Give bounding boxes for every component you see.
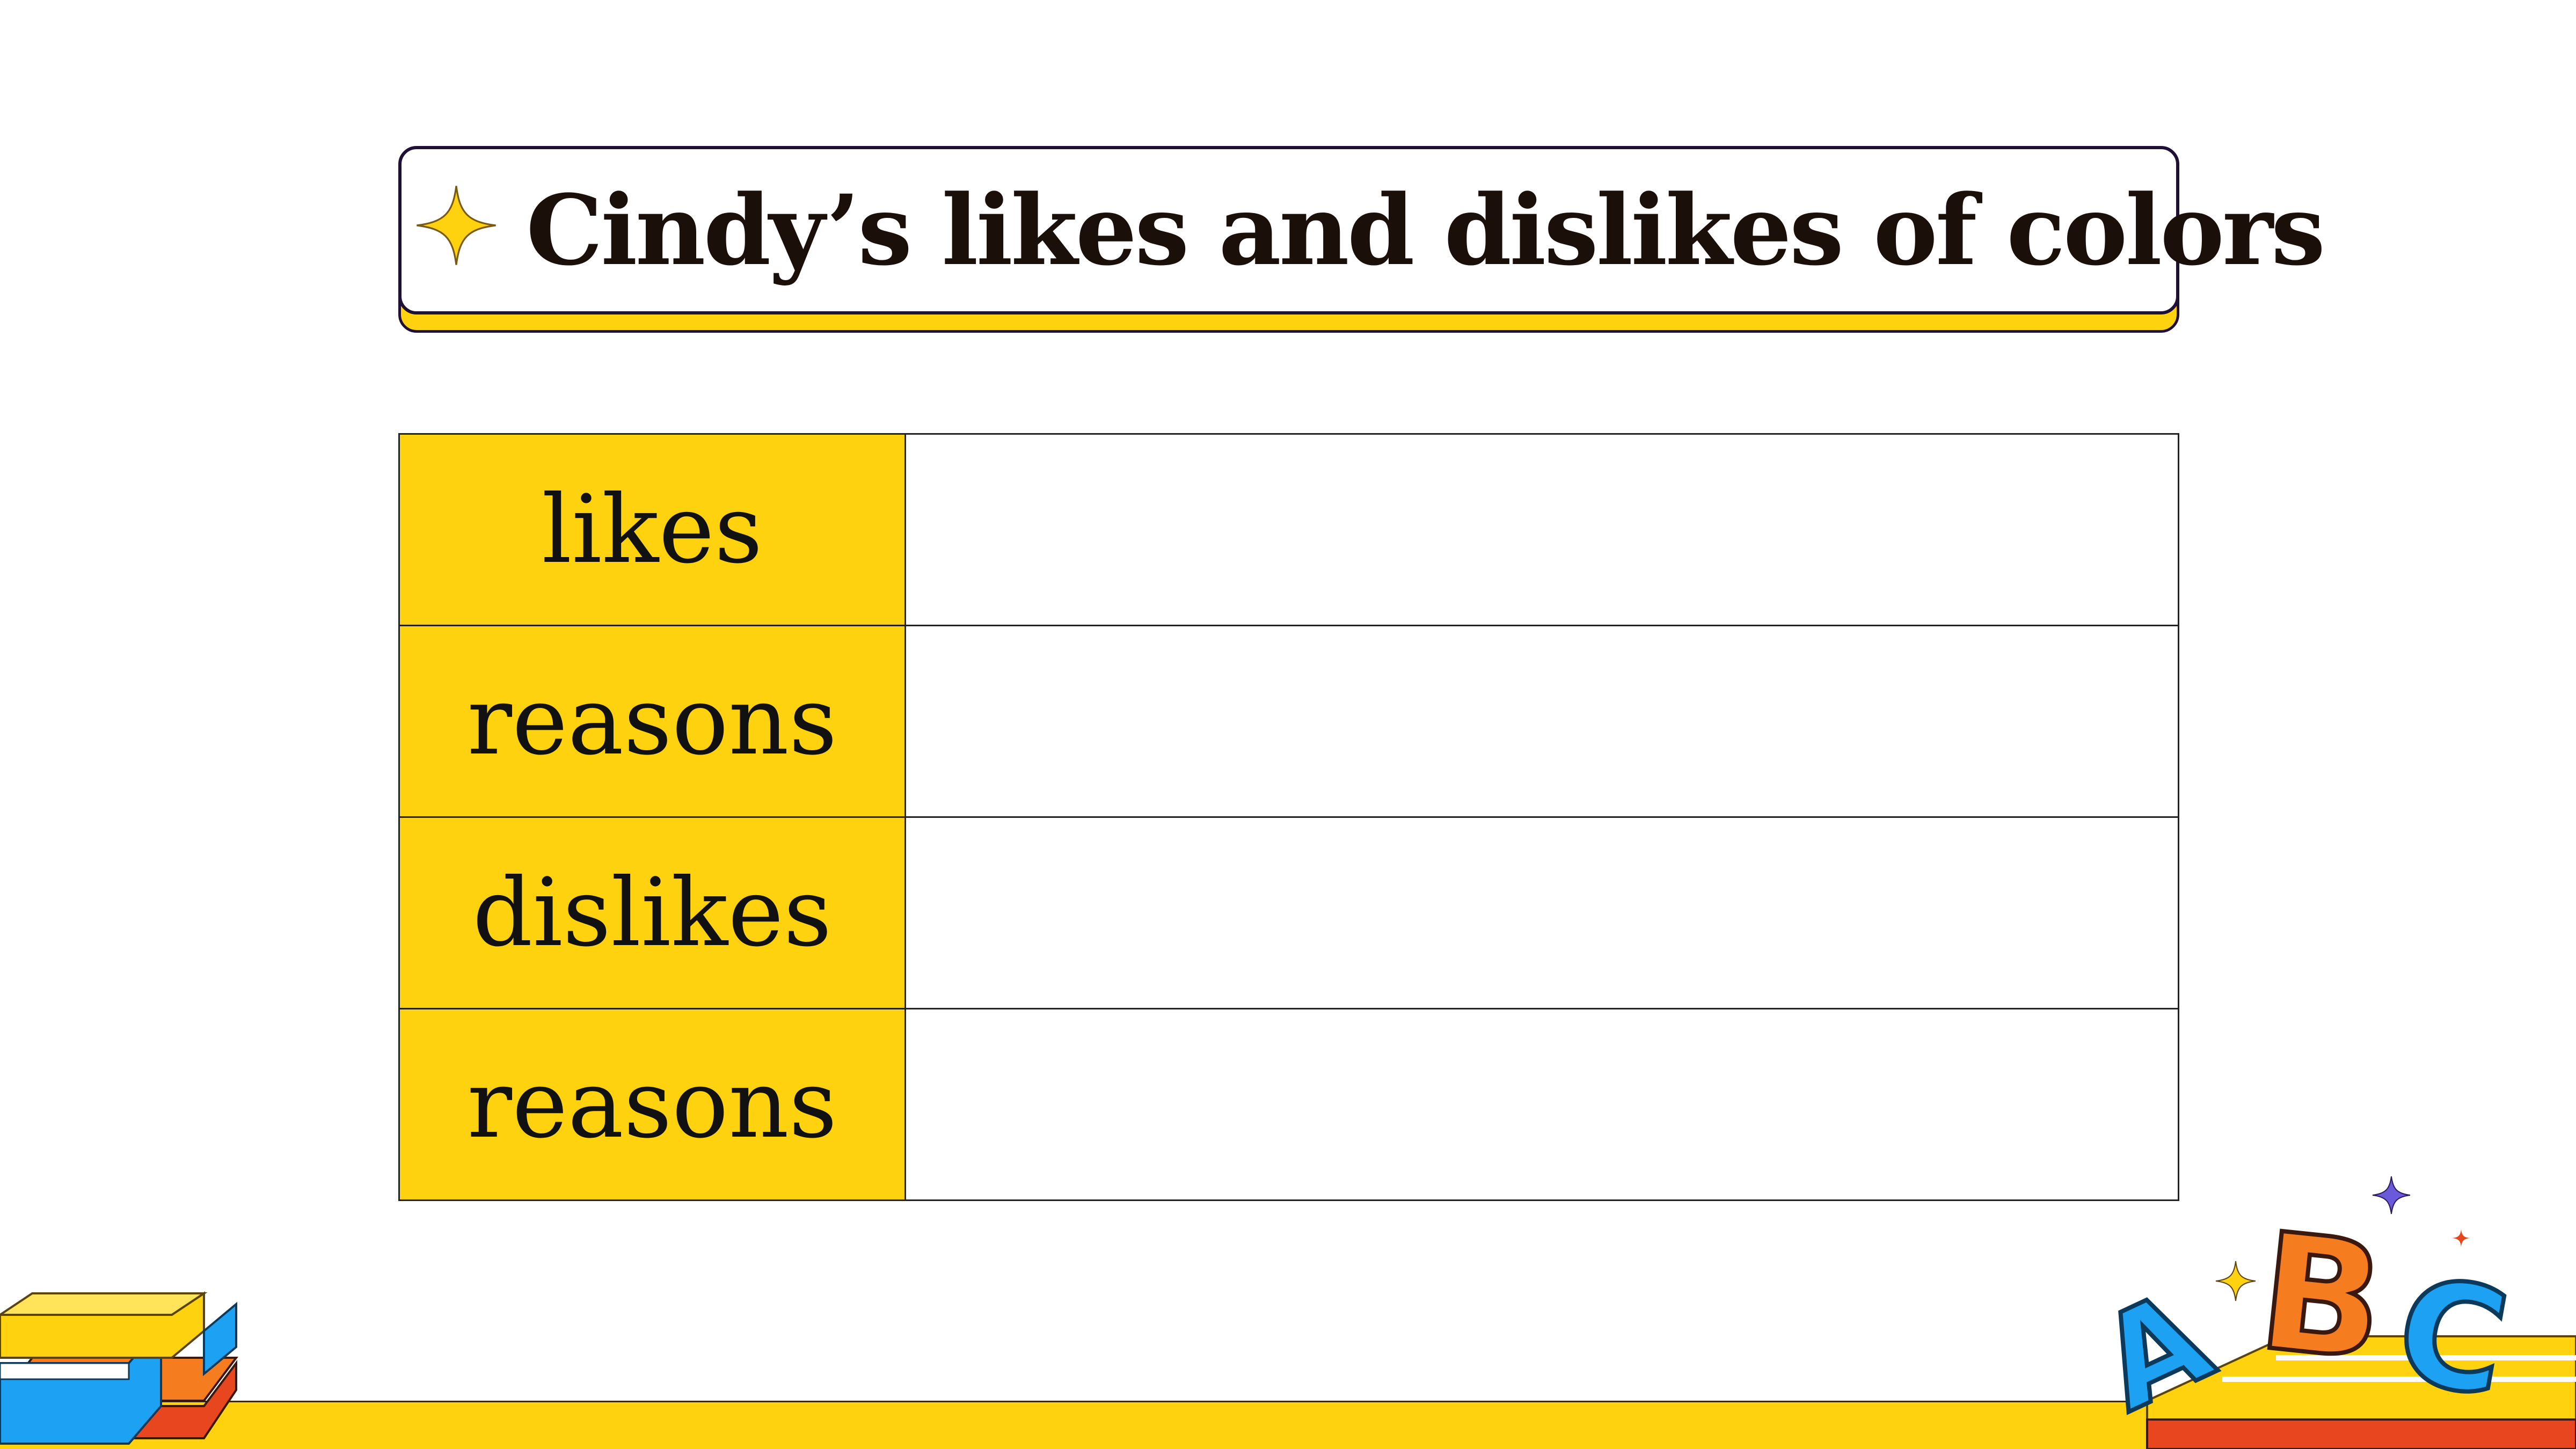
- likes-dislikes-table: likes reasons dislikes reasons: [398, 433, 2179, 1201]
- slide: Cindy’s likes and dislikes of colors lik…: [0, 0, 2576, 1449]
- row-label: reasons: [398, 625, 906, 818]
- answer-cell[interactable]: [904, 433, 2179, 626]
- row-label: dislikes: [398, 816, 906, 1009]
- row-label: reasons: [398, 1008, 906, 1201]
- answer-cell[interactable]: [904, 816, 2179, 1009]
- sparkle-icon: [417, 186, 496, 265]
- letter-b: B: [2251, 1198, 2392, 1397]
- answer-cell[interactable]: [904, 625, 2179, 818]
- book-stack-illustration: [0, 1291, 238, 1445]
- abc-letters-illustration: A B C: [2075, 1176, 2576, 1449]
- table-row: dislikes: [398, 816, 2179, 1009]
- row-label: likes: [398, 433, 906, 626]
- table-row: reasons: [398, 1008, 2179, 1201]
- answer-cell[interactable]: [904, 1008, 2179, 1201]
- page-title: Cindy’s likes and dislikes of colors: [526, 174, 2325, 287]
- table-row: reasons: [398, 625, 2179, 818]
- table-row: likes: [398, 433, 2179, 626]
